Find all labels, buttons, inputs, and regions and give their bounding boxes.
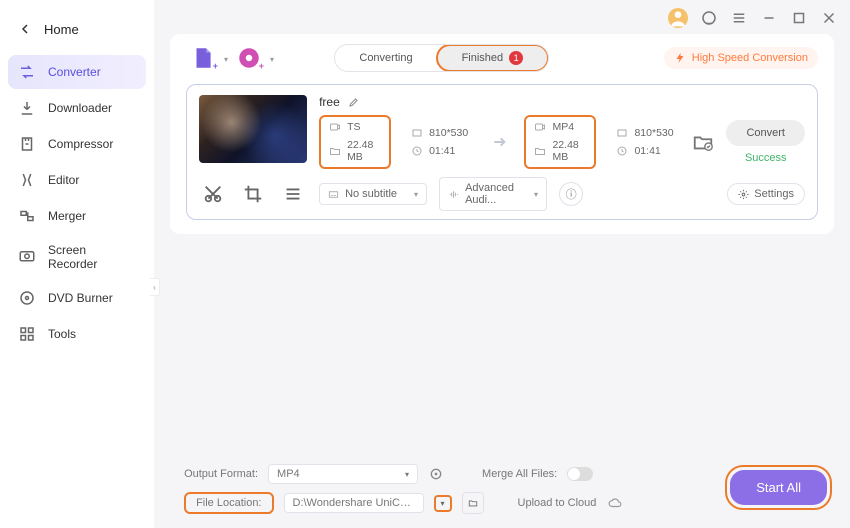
source-res-box: 810*530 01:41	[403, 123, 475, 161]
avatar-icon[interactable]	[668, 8, 688, 28]
settings-button[interactable]: Settings	[727, 183, 805, 205]
dvd-icon	[18, 289, 36, 307]
merger-icon	[18, 207, 36, 225]
status-tabs: Converting Finished 1	[334, 44, 549, 72]
sidebar-item-downloader[interactable]: Downloader	[8, 91, 146, 125]
screen-recorder-icon	[18, 248, 36, 266]
folder-icon	[534, 145, 546, 157]
file-title: free	[319, 95, 340, 109]
output-format-label: Output Format:	[184, 468, 258, 480]
sidebar-item-dvd-burner[interactable]: DVD Burner	[8, 281, 146, 315]
start-all-wrapper: Start All	[725, 465, 832, 510]
sidebar: Home Converter Downloader Compressor Edi…	[0, 0, 154, 528]
sidebar-item-editor[interactable]: Editor	[8, 163, 146, 197]
sidebar-item-label: Converter	[48, 65, 101, 79]
merge-toggle[interactable]	[567, 467, 593, 481]
titlebar	[154, 0, 850, 30]
crop-icon[interactable]	[239, 183, 267, 205]
high-speed-button[interactable]: High Speed Conversion	[664, 47, 818, 69]
output-settings-icon[interactable]	[428, 466, 444, 482]
upload-label: Upload to Cloud	[518, 497, 597, 509]
tab-converting[interactable]: Converting	[335, 45, 436, 71]
back-icon	[20, 22, 30, 37]
merge-label: Merge All Files:	[482, 468, 557, 480]
sidebar-item-merger[interactable]: Merger	[8, 199, 146, 233]
close-icon[interactable]	[820, 9, 838, 27]
video-icon	[534, 121, 546, 133]
thumbnail[interactable]	[199, 95, 307, 163]
content-panel: +▾ +▾ Converting Finished 1 High Speed C…	[170, 34, 834, 234]
subtitle-select[interactable]: No subtitle▾	[319, 183, 427, 205]
tab-finished[interactable]: Finished 1	[436, 44, 550, 72]
info-button[interactable]: ⓘ	[559, 182, 583, 206]
file-location-field[interactable]: D:\Wondershare UniConverter 1	[284, 493, 424, 513]
support-icon[interactable]	[700, 9, 718, 27]
audio-icon	[448, 189, 459, 200]
subtitle-icon	[328, 189, 339, 200]
editor-icon	[18, 171, 36, 189]
downloader-icon	[18, 99, 36, 117]
open-location-icon[interactable]	[462, 492, 484, 514]
sidebar-item-label: Screen Recorder	[48, 243, 136, 271]
sidebar-item-screen-recorder[interactable]: Screen Recorder	[8, 235, 146, 279]
open-folder-icon[interactable]	[692, 131, 714, 153]
status-label: Success	[745, 152, 787, 164]
dest-format-box[interactable]: MP4 22.48 MB	[524, 115, 596, 169]
file-item: free TS 22.48 MB 810*530 01:41 ➜	[186, 84, 818, 220]
menu-icon[interactable]	[730, 9, 748, 27]
sidebar-item-converter[interactable]: Converter	[8, 55, 146, 89]
bolt-icon	[674, 52, 686, 64]
sidebar-item-tools[interactable]: Tools	[8, 317, 146, 351]
sidebar-item-label: Editor	[48, 173, 79, 187]
sidebar-item-label: Tools	[48, 327, 76, 341]
location-dropdown-icon[interactable]: ▾	[434, 495, 452, 512]
sidebar-item-label: Merger	[48, 209, 86, 223]
home-nav[interactable]: Home	[0, 12, 154, 55]
resolution-icon	[616, 127, 628, 139]
source-format-box: TS 22.48 MB	[319, 115, 391, 169]
gear-icon	[738, 189, 749, 200]
converter-icon	[18, 63, 36, 81]
start-all-button[interactable]: Start All	[730, 470, 827, 505]
clock-icon	[616, 145, 628, 157]
toolbar: +▾ +▾ Converting Finished 1 High Speed C…	[186, 44, 818, 72]
cloud-icon[interactable]	[606, 496, 624, 510]
convert-button[interactable]: Convert	[726, 120, 805, 146]
maximize-icon[interactable]	[790, 9, 808, 27]
effect-icon[interactable]	[279, 183, 307, 205]
minimize-icon[interactable]	[760, 9, 778, 27]
trim-icon[interactable]	[199, 183, 227, 205]
file-location-label: File Location:	[184, 492, 273, 514]
compressor-icon	[18, 135, 36, 153]
sidebar-item-compressor[interactable]: Compressor	[8, 127, 146, 161]
resolution-icon	[411, 127, 423, 139]
sidebar-item-label: Compressor	[48, 137, 113, 151]
main: +▾ +▾ Converting Finished 1 High Speed C…	[154, 0, 850, 528]
audio-select[interactable]: Advanced Audi...▾	[439, 177, 547, 211]
add-disc-button[interactable]: +▾	[236, 45, 262, 71]
arrow-icon: ➜	[487, 132, 512, 152]
home-label: Home	[44, 22, 79, 37]
rename-icon[interactable]	[348, 96, 360, 108]
clock-icon	[411, 145, 423, 157]
sidebar-item-label: DVD Burner	[48, 291, 113, 305]
output-format-select[interactable]: MP4▾	[268, 464, 418, 484]
folder-icon	[329, 145, 341, 157]
tools-icon	[18, 325, 36, 343]
sidebar-item-label: Downloader	[48, 101, 112, 115]
dest-res-box: 810*530 01:41	[608, 123, 680, 161]
video-icon	[329, 121, 341, 133]
add-file-button[interactable]: +▾	[190, 45, 216, 71]
finished-badge: 1	[509, 51, 523, 65]
